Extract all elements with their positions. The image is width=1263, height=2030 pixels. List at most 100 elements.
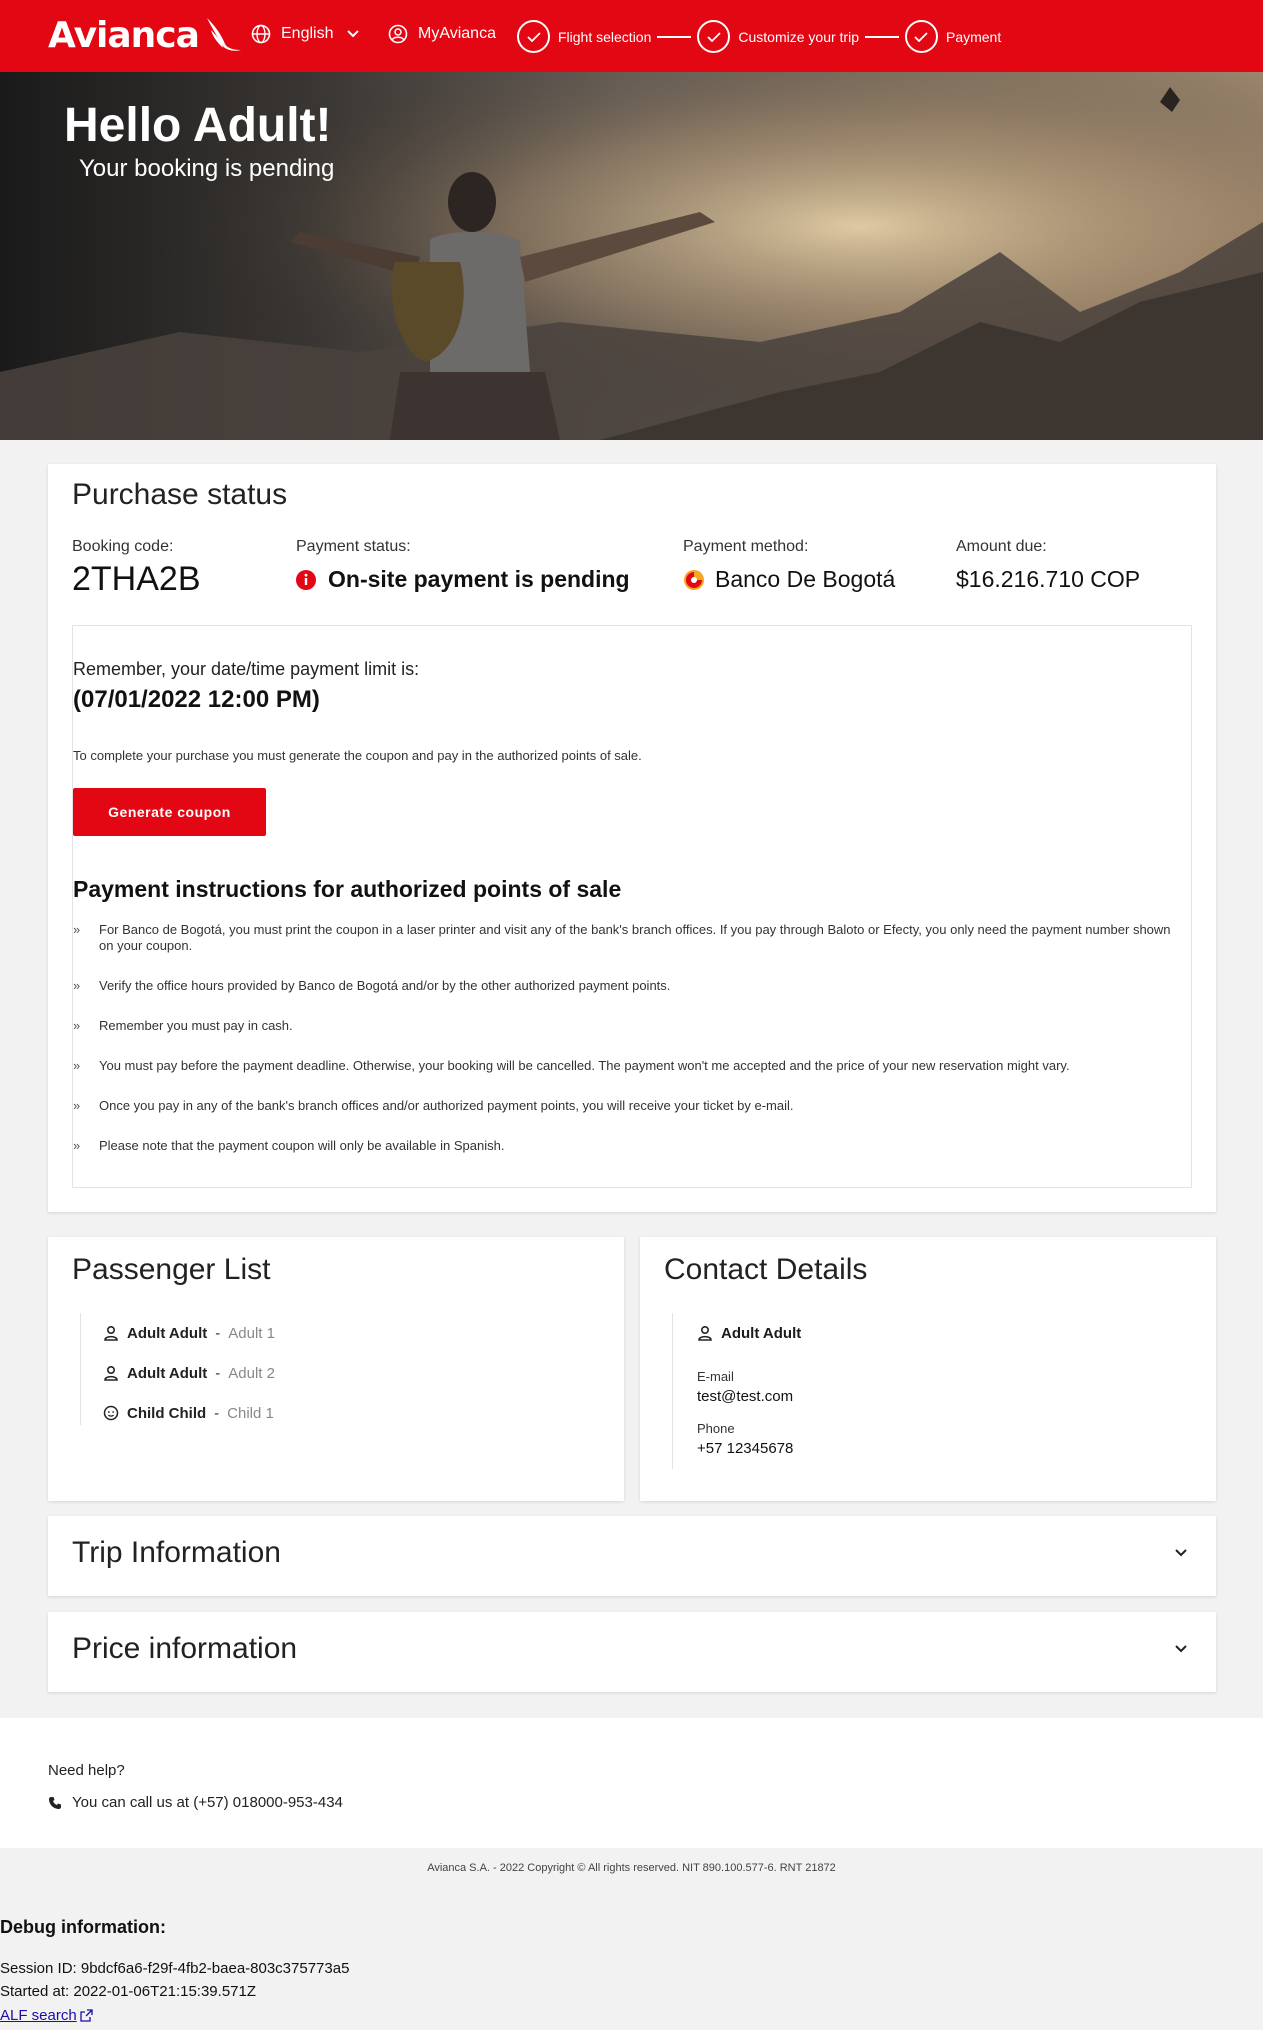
check-icon: [517, 20, 550, 53]
instruction-text: You must pay before the payment deadline…: [99, 1058, 1070, 1073]
payment-deadline: (07/01/2022 12:00 PM): [73, 686, 320, 713]
price-information-title: Price information: [72, 1632, 298, 1665]
check-icon: [904, 20, 938, 53]
instruction-item: » Once you pay in any of the bank's branc…: [73, 1098, 1173, 1114]
debug-session-id: Session ID: 9bdcf6a6-f29f-4fb2-baea-803c…: [0, 1960, 350, 1977]
alf-search-label: ALF search: [0, 2007, 77, 2024]
separator: -: [214, 1404, 220, 1422]
amount-due-label: Amount due:: [956, 538, 1047, 555]
bullet-marker: »: [73, 1018, 81, 1033]
passenger-type: Child 1: [227, 1404, 274, 1422]
language-selector[interactable]: English: [251, 24, 360, 44]
bullet-marker: »: [73, 1138, 81, 1153]
trip-information-accordion[interactable]: Trip Information: [48, 1516, 1216, 1596]
step-label: Payment: [945, 28, 1002, 45]
passenger-list-title: Passenger List: [72, 1253, 271, 1286]
instruction-text: Please note that the payment coupon will…: [99, 1138, 505, 1153]
logo-text: Avianca: [48, 14, 200, 56]
instruction-text: For Banco de Bogotá, you must print the …: [99, 922, 1171, 953]
email-label: E-mail: [697, 1369, 734, 1384]
booking-code-block: Booking code: 2THA2B: [72, 538, 201, 599]
step-payment[interactable]: Payment: [904, 20, 1002, 53]
bullet-marker: »: [73, 1058, 81, 1073]
alf-search-link[interactable]: ALF search: [0, 2007, 93, 2024]
passenger-item: Child Child - Child 1: [103, 1393, 275, 1433]
avianca-logo[interactable]: Avianca: [48, 14, 243, 56]
phone-value: +57 12345678: [697, 1440, 794, 1457]
help-section: Need help? You can call us at (+57) 0180…: [0, 1718, 1263, 1848]
call-us-text: You can call us at (+57) 018000-953-434: [72, 1794, 343, 1811]
payment-method-label: Payment method:: [683, 538, 809, 555]
email-value: test@test.com: [697, 1388, 794, 1405]
passenger-list: Adult Adult - Adult 1 Adult Adult - Adul…: [80, 1313, 275, 1425]
payment-status-block: Payment status: On-site payment is pendi…: [296, 538, 630, 593]
instruction-text: Once you pay in any of the bank's branch…: [99, 1098, 794, 1113]
bullet-marker: »: [73, 1098, 81, 1113]
price-information-accordion[interactable]: Price information: [48, 1612, 1216, 1692]
step-label: Customize your trip: [738, 28, 859, 45]
person-icon: [104, 1325, 118, 1341]
trip-information-title: Trip Information: [72, 1536, 281, 1569]
step-label: Flight selection: [558, 28, 652, 45]
contact-details-title: Contact Details: [664, 1253, 868, 1286]
instruction-item: » Remember you must pay in cash.: [73, 1018, 1173, 1034]
complete-purchase-text: To complete your purchase you must gener…: [73, 748, 642, 763]
generate-coupon-button[interactable]: Generate coupon: [73, 788, 266, 836]
contact-details-body: Adult Adult E-mail test@test.com Phone +…: [672, 1313, 801, 1469]
passenger-name: Adult Adult: [127, 1364, 208, 1382]
payment-status-value-row: On-site payment is pending: [296, 566, 630, 593]
booking-status-subtitle: Your booking is pending: [79, 155, 335, 182]
person-icon: [104, 1365, 118, 1381]
chevron-down-icon: [1175, 1645, 1187, 1653]
debug-title: Debug information:: [0, 1917, 166, 1937]
check-icon: [697, 20, 731, 53]
call-us-row[interactable]: You can call us at (+57) 018000-953-434: [48, 1794, 343, 1811]
payment-limit-text: Remember, your date/time payment limit i…: [73, 659, 420, 679]
purchase-status-title: Purchase status: [72, 478, 288, 511]
avianca-bird-icon: [206, 18, 241, 51]
amount-due-block: Amount due: $16.216.710 COP: [956, 538, 1140, 593]
phone-label: Phone: [697, 1421, 735, 1436]
payment-method-value: Banco De Bogotá: [715, 566, 896, 592]
my-avianca-label: MyAvianca: [418, 25, 496, 42]
step-connector: [864, 35, 899, 38]
person-icon: [698, 1325, 712, 1341]
my-avianca-link[interactable]: MyAvianca: [388, 24, 496, 44]
instruction-text: Remember you must pay in cash.: [99, 1018, 293, 1033]
globe-icon: [251, 24, 271, 44]
passenger-name: Child Child: [127, 1404, 207, 1422]
passenger-list-card: Passenger List Adult Adult - Adult 1 Adu…: [48, 1237, 624, 1501]
bullet-marker: »: [73, 978, 81, 993]
booking-progress-steps: Flight selection Customize your trip Pay…: [517, 20, 1001, 53]
chevron-down-icon: [347, 30, 360, 38]
step-flight-selection[interactable]: Flight selection: [517, 20, 651, 53]
banco-de-bogota-logo-icon: [684, 569, 704, 590]
payment-status-value: On-site payment is pending: [328, 566, 630, 592]
instruction-item: » Verify the office hours provided by Ban…: [73, 978, 1173, 994]
greeting-title: Hello Adult!: [64, 99, 332, 152]
instruction-item: » You must pay before the payment deadlin…: [73, 1058, 1173, 1074]
passenger-name: Adult Adult: [127, 1324, 208, 1342]
phone-icon: [49, 1796, 61, 1809]
hero-banner: Hello Adult! Your booking is pending: [0, 72, 1263, 440]
copyright-text: Avianca S.A. - 2022 Copyright © All righ…: [427, 1862, 836, 1874]
booking-code-value: 2THA2B: [72, 560, 201, 598]
chevron-down-icon: [1175, 1549, 1187, 1557]
need-help-text: Need help?: [48, 1762, 125, 1779]
contact-name: Adult Adult: [721, 1324, 802, 1342]
payment-method-block: Payment method: Banco De Bogotá: [683, 538, 895, 593]
external-link-icon: [80, 2009, 93, 2022]
child-icon: [103, 1405, 119, 1421]
instruction-item: » For Banco de Bogotá, you must print the…: [73, 922, 1173, 954]
step-customize-trip[interactable]: Customize your trip: [697, 20, 859, 53]
passenger-item: Adult Adult - Adult 1: [103, 1313, 275, 1353]
info-alert-icon: [296, 569, 316, 590]
amount-due-value: $16.216.710 COP: [956, 566, 1141, 592]
passenger-item: Adult Adult - Adult 2: [103, 1353, 275, 1393]
instruction-text: Verify the office hours provided by Banc…: [99, 978, 671, 993]
instructions-title: Payment instructions for authorized poin…: [73, 876, 622, 902]
language-label: English: [281, 25, 334, 42]
instructions-list: » For Banco de Bogotá, you must print the…: [73, 922, 1173, 1178]
contact-name-row: Adult Adult: [697, 1313, 801, 1353]
contact-details-card: Contact Details Adult Adult E-mail test@…: [640, 1237, 1216, 1501]
